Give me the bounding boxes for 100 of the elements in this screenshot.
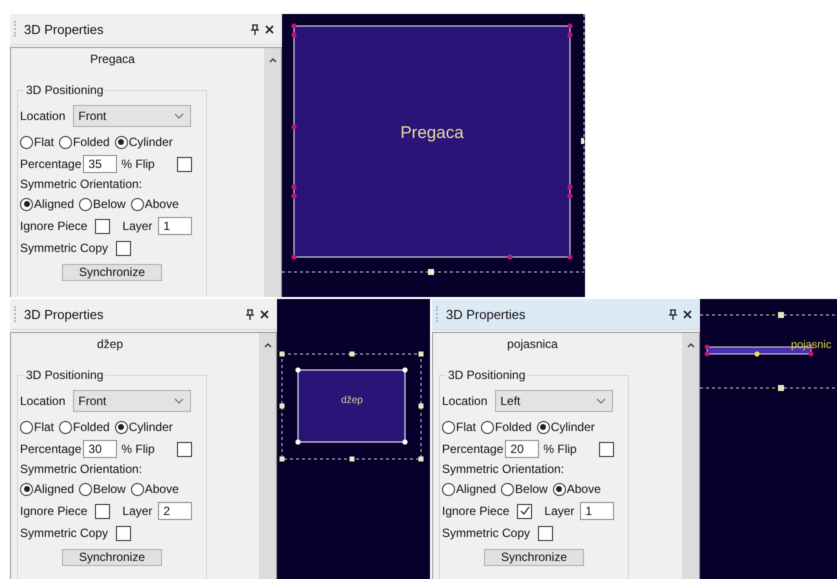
- percentage-label: Percentage: [20, 157, 82, 171]
- scrollbar[interactable]: [264, 48, 281, 297]
- orientation-label: Symmetric Orientation:: [442, 462, 564, 476]
- checkbox[interactable]: [95, 504, 110, 518]
- ignore-piece-label: Ignore Piece: [20, 219, 88, 233]
- piece-label: džep: [341, 395, 363, 406]
- close-icon[interactable]: [260, 310, 269, 318]
- selection-outline[interactable]: [700, 312, 837, 391]
- radio-label: Above: [144, 482, 179, 496]
- radio-button[interactable]: [481, 420, 494, 434]
- radio-button[interactable]: [114, 136, 128, 148]
- radio-button[interactable]: [130, 198, 144, 210]
- pin-icon[interactable]: [246, 308, 254, 320]
- ignore-piece-label: Ignore Piece: [20, 504, 88, 518]
- scrollbar[interactable]: [259, 333, 276, 579]
- radio-button[interactable]: [536, 420, 550, 434]
- group-title: 3D Positioning: [24, 83, 106, 97]
- radio-label: Aligned: [34, 482, 74, 496]
- synchronize-button[interactable]: Synchronize: [62, 548, 162, 566]
- selection-outline[interactable]: [280, 352, 424, 462]
- piece-name: pojasnica: [506, 337, 559, 353]
- flip-label: % Flip: [121, 157, 155, 171]
- percentage-field[interactable]: 20: [505, 440, 540, 458]
- radio-label: Above: [144, 197, 179, 211]
- location-dropdown[interactable]: Front: [73, 390, 192, 412]
- radio-button[interactable]: [20, 420, 33, 434]
- ignore-piece-label: Ignore Piece: [442, 504, 510, 518]
- symmetric-copy-label: Symmetric Copy: [20, 526, 108, 540]
- radio-button[interactable]: [59, 136, 72, 148]
- percentage-field[interactable]: 35: [83, 155, 118, 173]
- location-label: Location: [20, 394, 66, 408]
- radio-label: Above: [566, 482, 601, 496]
- checkbox[interactable]: [598, 442, 614, 456]
- group-title: 3D Positioning: [24, 368, 106, 382]
- radio-button[interactable]: [20, 198, 33, 210]
- synchronize-button[interactable]: Synchronize: [484, 548, 584, 566]
- percentage-label: Percentage: [20, 442, 82, 456]
- radio-button[interactable]: [79, 482, 92, 496]
- radio-button[interactable]: [130, 482, 144, 496]
- chevron-down-icon[interactable]: [174, 113, 184, 119]
- radio-button[interactable]: [552, 482, 566, 496]
- radio-label: Aligned: [456, 482, 496, 496]
- orientation-label: Symmetric Orientation:: [20, 462, 142, 476]
- chevron-down-icon[interactable]: [174, 398, 184, 404]
- location-dropdown[interactable]: Left: [495, 390, 614, 412]
- checkbox[interactable]: [538, 526, 554, 540]
- radio-button[interactable]: [20, 136, 33, 148]
- layer-field[interactable]: 1: [158, 217, 192, 235]
- radio-label: Below: [515, 482, 548, 496]
- layer-field[interactable]: 1: [580, 502, 614, 520]
- symmetric-copy-label: Symmetric Copy: [20, 241, 108, 255]
- radio-label: Below: [93, 482, 126, 496]
- radio-label: Folded: [73, 135, 110, 149]
- location-label: Location: [20, 109, 66, 123]
- radio-button[interactable]: [79, 198, 92, 210]
- radio-button[interactable]: [114, 420, 128, 434]
- scroll-up-icon[interactable]: [264, 343, 272, 348]
- flip-label: % Flip: [121, 442, 155, 456]
- flip-label: % Flip: [543, 442, 577, 456]
- checkbox[interactable]: [116, 240, 132, 256]
- checkbox[interactable]: [176, 156, 192, 172]
- radio-label: Flat: [456, 420, 476, 434]
- radio-button[interactable]: [442, 482, 455, 496]
- location-label: Location: [442, 394, 488, 408]
- radio-button[interactable]: [501, 482, 514, 496]
- panel-title: 3D Properties: [24, 22, 104, 36]
- pin-icon[interactable]: [669, 308, 677, 320]
- group-title: 3D Positioning: [446, 368, 528, 382]
- checkbox[interactable]: [517, 504, 532, 518]
- scroll-up-icon[interactable]: [268, 58, 276, 63]
- layer-label: Layer: [122, 504, 152, 518]
- scroll-up-icon[interactable]: [686, 343, 694, 348]
- radio-label: Cylinder: [128, 420, 173, 434]
- piece-name: Pregaca: [89, 52, 136, 68]
- layer-field[interactable]: 2: [158, 502, 192, 520]
- close-icon[interactable]: [683, 310, 692, 318]
- scrollbar[interactable]: [682, 333, 699, 579]
- piece-name: džep: [96, 337, 124, 353]
- percentage-field[interactable]: 30: [83, 440, 118, 458]
- panel-title: 3D Properties: [24, 306, 104, 322]
- symmetric-copy-label: Symmetric Copy: [442, 526, 530, 540]
- radio-label: Flat: [34, 420, 54, 434]
- chevron-down-icon[interactable]: [596, 398, 606, 404]
- radio-button[interactable]: [442, 420, 455, 434]
- radio-label: Flat: [34, 135, 54, 149]
- pattern-piece-drawing[interactable]: [295, 367, 408, 445]
- pin-icon[interactable]: [251, 24, 259, 34]
- radio-label: Cylinder: [128, 135, 173, 149]
- radio-button[interactable]: [20, 482, 33, 496]
- checkbox[interactable]: [176, 442, 192, 456]
- location-dropdown[interactable]: Front: [73, 105, 192, 127]
- checkbox[interactable]: [116, 526, 132, 540]
- percentage-label: Percentage: [442, 442, 504, 456]
- synchronize-button[interactable]: Synchronize: [62, 264, 162, 280]
- radio-label: Folded: [73, 420, 110, 434]
- close-icon[interactable]: [265, 24, 274, 34]
- radio-label: Folded: [495, 420, 532, 434]
- radio-button[interactable]: [59, 420, 72, 434]
- piece-label: pojasnic: [791, 339, 832, 351]
- checkbox[interactable]: [95, 218, 110, 234]
